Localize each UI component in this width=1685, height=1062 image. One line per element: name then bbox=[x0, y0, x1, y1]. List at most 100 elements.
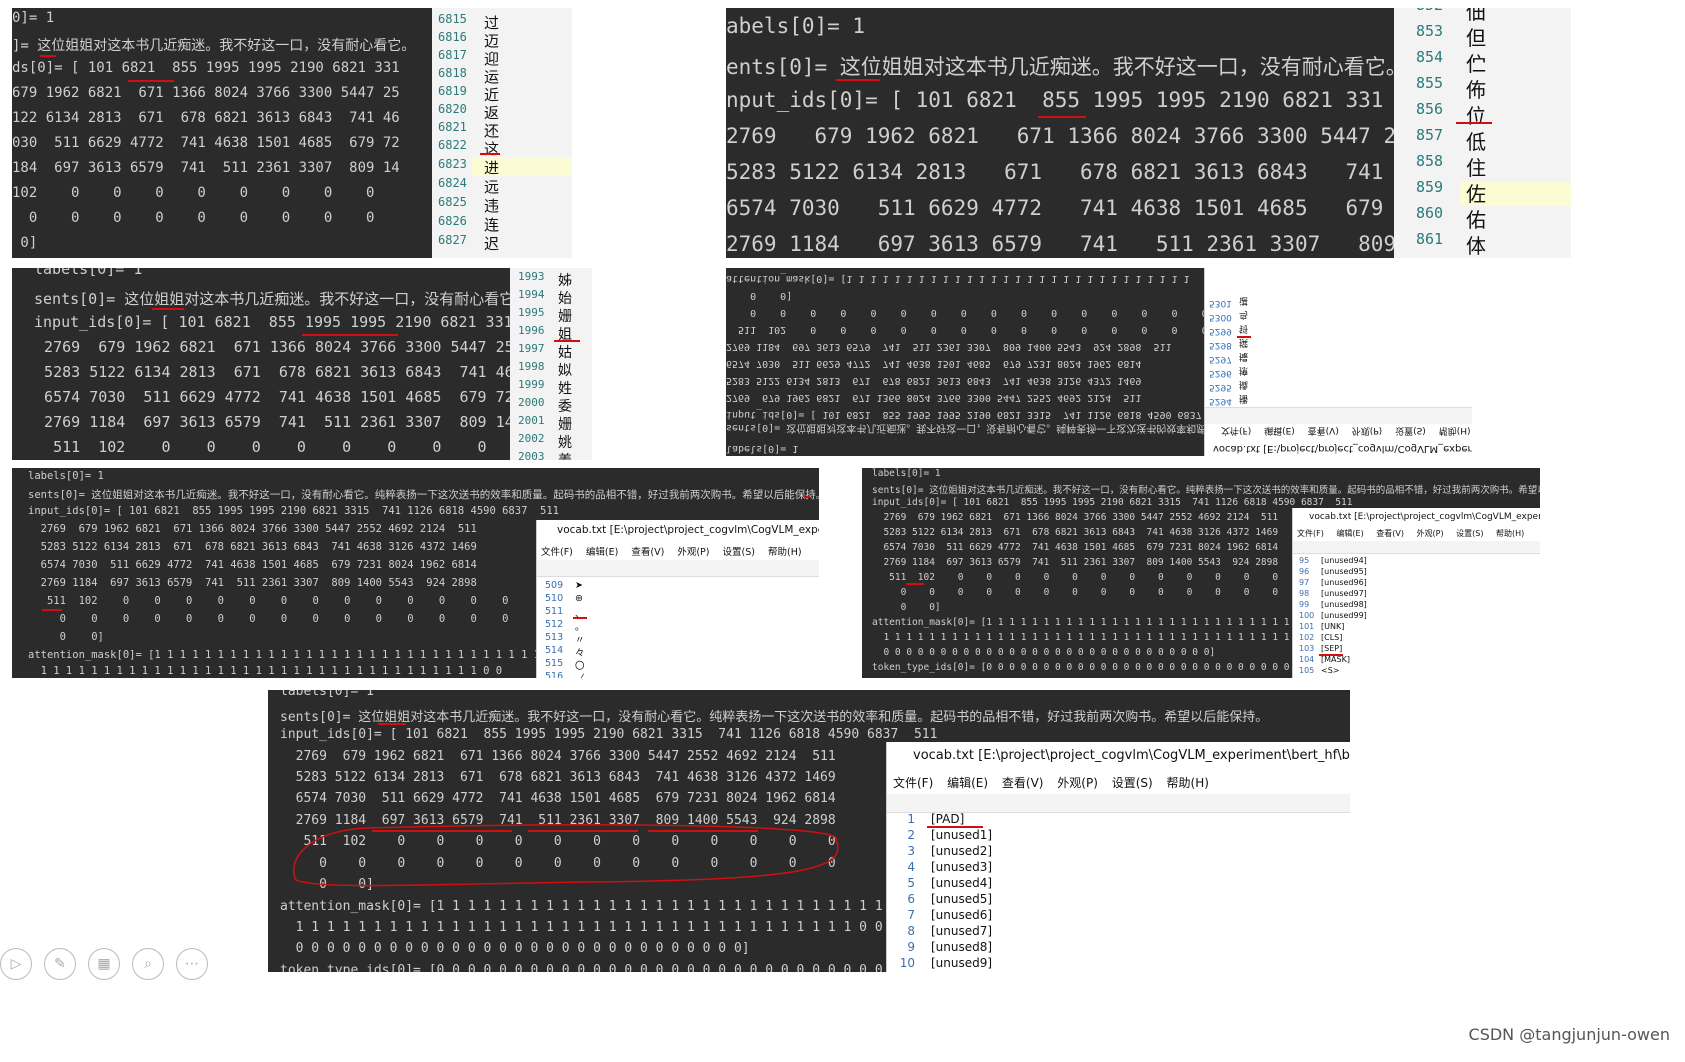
console-line: 0 0 0 0 0 0 0 0 0 0 0 0 0 0 0 0 bbox=[726, 307, 1204, 318]
console-line: labels[0]= 1 bbox=[34, 268, 143, 278]
play-circle-icon[interactable]: ▷ bbox=[0, 948, 32, 980]
console-line: 6574 7030 511 6629 4772 741 4638 1501 46… bbox=[872, 542, 1279, 553]
console-line: 184 697 3613 6579 741 511 2361 3307 809 … bbox=[12, 160, 400, 176]
underline-annotation bbox=[128, 80, 174, 82]
panel-2-vocab-gutter: 852佃 853但 854伫 855佈 856位 857低 858住 859佐 … bbox=[1394, 8, 1571, 258]
menu-settings[interactable]: 设置(S) bbox=[723, 547, 755, 558]
panel-4-flipped-console: labels[0]= 1 sents[0]= 这位姐姐对这本书几近痴迷。我不好这… bbox=[726, 268, 1472, 456]
console-line: abels[0]= 1 bbox=[726, 14, 866, 38]
menu-view[interactable]: 查看(V) bbox=[1376, 529, 1404, 538]
console-line: token_type_ids[0]= [0 0 0 0 0 0 0 0 0 0 … bbox=[280, 963, 899, 972]
console-line: 5283 5122 6134 2813 671 678 6821 3613 68… bbox=[28, 541, 477, 553]
flipped-content: labels[0]= 1 sents[0]= 这位姐姐对这本书几近痴迷。我不好这… bbox=[726, 268, 1204, 456]
panel-7-console-notepad: labels[0]= 1 sents[0]= 这位姐姐对这本书几近痴迷。我不好这… bbox=[268, 690, 1350, 972]
more-circle-icon[interactable]: ⋯ bbox=[176, 948, 208, 980]
notepad-toolbar bbox=[1205, 407, 1472, 424]
underline-annotation bbox=[573, 617, 587, 619]
console-line: 0 0 0 0 0 0 0 0 0 bbox=[12, 210, 375, 226]
console-line: 511 102 0 0 0 0 0 0 0 0 0 0 0 0 0 bbox=[28, 595, 509, 607]
underline-annotation bbox=[906, 583, 924, 585]
panel-4-notepad: vocab.txt [E:\project\project_cogvlm\Cog… bbox=[1204, 268, 1472, 456]
menu-help[interactable]: 帮助(H) bbox=[1496, 529, 1524, 538]
console-line: input_ids[0]= [ 101 6821 855 1995 1995 2… bbox=[726, 409, 1204, 420]
menu-settings[interactable]: 设置(S) bbox=[1395, 425, 1426, 435]
notepad-title: vocab.txt [E:\project\project_cogvlm\Cog… bbox=[1309, 512, 1540, 522]
menu-file[interactable]: 文件(F) bbox=[541, 547, 573, 558]
menu-file[interactable]: 文件(F) bbox=[893, 776, 933, 790]
console-line: 2769 679 1962 6821 671 1366 8024 3766 33… bbox=[28, 523, 477, 535]
menu-edit[interactable]: 编辑(E) bbox=[1264, 425, 1295, 435]
grid-circle-icon[interactable]: ▦ bbox=[88, 948, 120, 980]
menu-settings[interactable]: 设置(S) bbox=[1112, 776, 1153, 790]
underline-annotation bbox=[804, 496, 810, 498]
console-line: input_ids[0]= [ 101 6821 855 1995 1995 2… bbox=[280, 727, 938, 742]
console-line: sents[0]= 这位姐姐对这本书几近痴迷。我不好这一口，没有耐心看它。 bbox=[34, 290, 510, 308]
console-line: ]= 这位姐姐对这本书几近痴迷。我不好这一口，没有耐心看它。 bbox=[12, 38, 416, 54]
panel-7-notepad: vocab.txt [E:\project\project_cogvlm\Cog… bbox=[886, 742, 1350, 972]
zoom-circle-icon[interactable]: ⌕ bbox=[132, 948, 164, 980]
console-line: 2769 1184 697 3613 6579 741 511 2361 330… bbox=[726, 341, 1172, 352]
underline-annotation bbox=[1038, 116, 1086, 118]
menu-appearance[interactable]: 外观(P) bbox=[677, 547, 709, 558]
console-line: 0 0] bbox=[726, 290, 793, 301]
menu-edit[interactable]: 编辑(E) bbox=[1336, 529, 1363, 538]
underline-annotation bbox=[1319, 654, 1343, 656]
console-line: 6574 7030 511 6629 4772 741 4638 1501 46… bbox=[726, 358, 1142, 369]
console-line: 2769 679 1962 6821 671 1366 8024 3766 33… bbox=[280, 749, 836, 764]
underline-annotation bbox=[302, 334, 398, 336]
menu-help[interactable]: 帮助(H) bbox=[1167, 776, 1209, 790]
console-line: ents[0]= 这位姐姐对这本书几近痴迷。我不好这一口，没有耐心看它。 bbox=[726, 55, 1394, 79]
console-line: 1 1 1 1 1 1 1 1 1 1 1 1 1 1 1 1 1 1 1 1 … bbox=[28, 665, 503, 677]
console-line: 511 102 0 0 0 0 0 0 0 0 0 0 0 0 bbox=[872, 572, 1279, 583]
panel-5-console-notepad: labels[0]= 1 sents[0]= 这位姐姐对这本书几近痴迷。我不好这… bbox=[12, 468, 819, 678]
console-line: nput_ids[0]= [ 101 6821 855 1995 1995 21… bbox=[726, 88, 1384, 112]
menu-appearance[interactable]: 外观(P) bbox=[1352, 425, 1382, 435]
console-line: 2769 1184 697 3613 6579 741 511 2361 330… bbox=[28, 577, 477, 589]
console-line: labels[0]= 1 bbox=[280, 690, 374, 699]
console-line: 2769 679 1962 6821 671 1366 8024 3766 33… bbox=[726, 124, 1394, 148]
underline-annotation bbox=[378, 723, 406, 725]
pen-circle-icon[interactable]: ✎ bbox=[44, 948, 76, 980]
flipped-content: vocab.txt [E:\project\project_cogvlm\Cog… bbox=[1205, 268, 1472, 456]
console-line: 0 0 0 0 0 0 0 0 0 0 0 0 0 0 bbox=[872, 587, 1279, 598]
menu-appearance[interactable]: 外观(P) bbox=[1057, 776, 1098, 790]
console-line: 6574 7030 511 6629 4772 741 4638 1501 46… bbox=[26, 388, 510, 406]
console-line: 5283 5122 6134 2813 671 678 6821 3613 68… bbox=[280, 770, 836, 785]
panel-1-vocab-gutter: 6815 过 6816 迈 6817 迎 6818 运 6819 近 6820 返 6821… bbox=[432, 8, 572, 258]
console-line: attention_mask[0]= [1 1 1 1 1 1 1 1 1 1 … bbox=[726, 273, 1190, 284]
notepad-menu: 文件(F) 编辑(E) 查看(V) 外观(P) 设置(S) 帮助(H) bbox=[541, 544, 819, 558]
console-line: 5283 5122 6134 2813 671 678 6821 3613 68… bbox=[726, 375, 1142, 386]
menu-edit[interactable]: 编辑(E) bbox=[586, 547, 618, 558]
underline-annotation bbox=[42, 609, 62, 611]
menu-help[interactable]: 帮助(H) bbox=[768, 547, 802, 558]
underline-annotation bbox=[554, 340, 580, 342]
notepad-menu: 文件(F) 编辑(E) 查看(V) 外观(P) 设置(S) 帮助(H) bbox=[1297, 528, 1540, 539]
underline-annotation bbox=[1237, 336, 1251, 338]
menu-settings[interactable]: 设置(S) bbox=[1456, 529, 1483, 538]
console-line: 511 102 0 0 0 0 0 0 0 0 0 0 0 0 0 0 bbox=[726, 324, 1204, 335]
console-line: 6574 7030 511 6629 4772 741 4638 1501 46… bbox=[280, 791, 836, 806]
console-line: 2769 679 1962 6821 671 1366 8024 3766 33… bbox=[726, 392, 1142, 403]
console-line: 2769 679 1962 6821 671 1366 8024 3766 33… bbox=[872, 512, 1279, 523]
notepad-toolbar bbox=[537, 560, 819, 577]
menu-file[interactable]: 文件(F) bbox=[1221, 425, 1251, 435]
underline-annotation bbox=[40, 55, 56, 57]
menu-edit[interactable]: 编辑(E) bbox=[947, 776, 988, 790]
panel-3-vocab-gutter: 1993 姊 1994 始 1995 姗 1996 姐 1997 姑 1998 姒 1999… bbox=[510, 268, 592, 460]
console-line: labels[0]= 1 bbox=[872, 468, 941, 479]
menu-view[interactable]: 查看(V) bbox=[631, 547, 664, 558]
console-line: 0 0] bbox=[872, 602, 941, 613]
console-line: ds[0]= [ 101 6821 855 1995 1995 2190 682… bbox=[12, 60, 400, 76]
menu-view[interactable]: 查看(V) bbox=[1002, 776, 1044, 790]
menu-file[interactable]: 文件(F) bbox=[1297, 529, 1324, 538]
menu-view[interactable]: 查看(V) bbox=[1308, 425, 1339, 435]
console-line: 0]= 1 bbox=[12, 10, 55, 26]
console-line: input_ids[0]= [ 101 6821 855 1995 1995 2… bbox=[872, 497, 1353, 508]
menu-help[interactable]: 帮助(H) bbox=[1439, 425, 1471, 435]
console-line: 0 0 0 0 0 0 0 0 0 0 0 0 0 0 0 0 0 0 0 0 … bbox=[872, 647, 1216, 658]
console-line: input_ids[0]= [ 101 6821 855 1995 1995 2… bbox=[28, 505, 560, 517]
console-line: 0] bbox=[12, 235, 38, 251]
console-line: labels[0]= 1 bbox=[28, 470, 104, 482]
console-line: attention_mask[0]= [1 1 1 1 1 1 1 1 1 1 … bbox=[280, 899, 930, 914]
menu-appearance[interactable]: 外观(P) bbox=[1417, 529, 1444, 538]
